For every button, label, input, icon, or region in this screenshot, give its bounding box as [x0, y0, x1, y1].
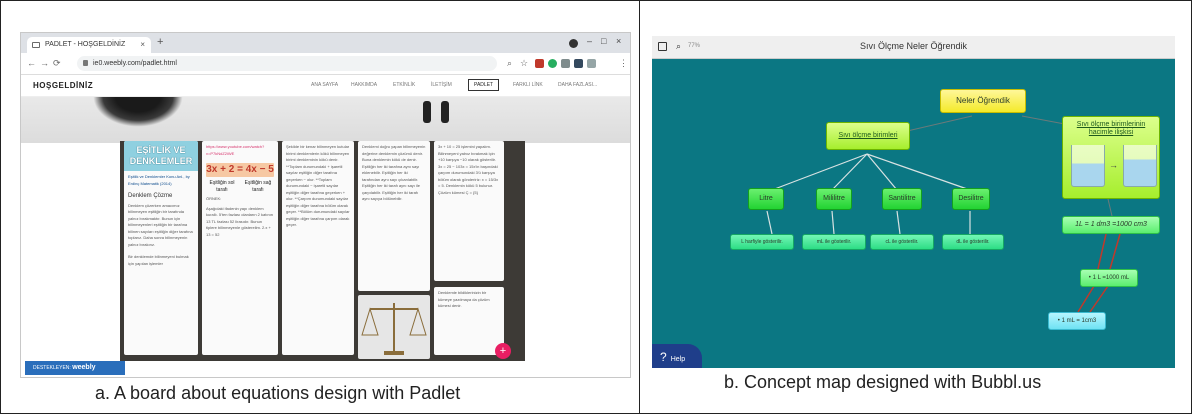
node-l-to-ml[interactable]: • 1 L =1000 mL: [1080, 269, 1138, 287]
node-mililitre-desc[interactable]: mL ile gösterilir.: [802, 234, 866, 250]
node-root[interactable]: Neler Öğrendik: [940, 89, 1026, 113]
padlet-card-example[interactable]: 3x + 10 = 25 işlemini yapalım. Bilinmeye…: [434, 141, 504, 281]
card-subtitle: Eşitlik ve Denklemler Konu Anl., by Erdi…: [128, 174, 190, 186]
node-volume-label: Sıvı ölçme birimlerinin hacimle ilişkisi: [1076, 121, 1146, 136]
site-title[interactable]: HOŞGELDİNİZ: [33, 81, 93, 90]
card-body: Denklemle bildiklerinizin bir kümeye yaz…: [438, 290, 490, 308]
weebly-badge-label: DESTEKLEYEN: [33, 365, 70, 371]
browser-toolbar: ← → ⟳ ie0.weebly.com/padlet.html ⌕ ☆ ⋮: [21, 53, 630, 75]
reload-icon[interactable]: ⟳: [53, 58, 61, 69]
padlet-board: EŞİTLİK VE DENKLEMLER Eşitlik ve Denklem…: [120, 141, 525, 361]
extension-gray-icon[interactable]: [561, 59, 570, 68]
help-icon: ?: [660, 350, 667, 364]
padlet-card-equation[interactable]: https://www.youtube.com/watch?v=P7kNdZ2i…: [202, 141, 278, 355]
browser-tab[interactable]: PADLET - HOŞGELDİNİZ ×: [27, 37, 151, 53]
padlet-card-scale-image[interactable]: [358, 295, 430, 359]
plant-decoration: [93, 97, 183, 127]
caption-a: a. A board about equations design with P…: [95, 383, 461, 403]
extension-green-icon[interactable]: [548, 59, 557, 68]
node-santilitre[interactable]: Santilitre: [882, 188, 922, 210]
equation-image: 3x + 2 = 4x − 5: [206, 163, 274, 177]
header-banner-image: [21, 97, 630, 143]
site-header: HOŞGELDİNİZ ANA SAYFA HAKKIMDA ETKİNLİK …: [21, 75, 630, 97]
card-link[interactable]: https://www.youtube.com/watch?v=P7kNdZ2i…: [202, 141, 278, 160]
tab-close-icon[interactable]: ×: [140, 37, 145, 53]
maximize-button[interactable]: □: [601, 36, 606, 46]
node-ml-to-cm3[interactable]: • 1 mL = 1cm3: [1048, 312, 1106, 330]
card-heading: Denklem Çözme: [128, 193, 173, 199]
forward-icon[interactable]: →: [40, 58, 49, 68]
tab-title: PADLET - HOŞGELDİNİZ: [45, 41, 126, 48]
equation-left-label: Eşitliğin sol tarafı: [209, 180, 235, 193]
node-equation[interactable]: 1L = 1 dm3 =1000 cm3: [1062, 216, 1160, 234]
back-icon[interactable]: ←: [27, 58, 36, 68]
node-volume[interactable]: Sıvı ölçme birimlerinin hacimle ilişkisi…: [1062, 116, 1160, 199]
minimize-button[interactable]: –: [587, 36, 592, 46]
search-icon[interactable]: ⌕: [507, 58, 512, 69]
menu-item-about[interactable]: HAKKIMDA: [351, 82, 377, 88]
padlet-card-note[interactable]: Denklemle bildiklerinizin bir kümeye yaz…: [434, 287, 504, 355]
padlet-screenshot: PADLET - HOŞGELDİNİZ × + – □ × ← → ⟳ ie0…: [20, 32, 631, 378]
node-santilitre-desc[interactable]: cL ile gösterilir.: [870, 234, 934, 250]
chess-piece-left: [423, 101, 431, 123]
menu-item-home[interactable]: ANA SAYFA: [311, 82, 338, 88]
node-units-label: Sıvı ölçme birimleri: [838, 132, 898, 139]
address-bar[interactable]: ie0.weebly.com/padlet.html: [77, 56, 497, 71]
caption-b: b. Concept map designed with Bubbl.us: [724, 372, 1042, 392]
add-post-button[interactable]: +: [495, 343, 511, 359]
card-body: 3x + 10 = 25 işlemini yapalım. Bilinmeye…: [438, 144, 499, 195]
menu-item-other-link[interactable]: FARKLI LİNK: [513, 82, 543, 88]
node-litre-desc[interactable]: L harfiyle gösterilir.: [730, 234, 794, 250]
extension-puzzle-icon[interactable]: [587, 59, 596, 68]
browser-menu-icon[interactable]: ⋮: [619, 58, 628, 69]
card-heading: ÖRNEK:: [206, 196, 222, 201]
menu-item-padlet[interactable]: PADLET: [468, 79, 500, 91]
close-window-button[interactable]: ×: [616, 36, 621, 46]
beaker-arrow-icon: →: [1109, 160, 1118, 170]
beaker-left-image: [1071, 145, 1105, 187]
chess-piece-right: [441, 101, 449, 123]
padlet-card-solution[interactable]: Denklemi doğru yapan bilinmeyenin değeri…: [358, 141, 430, 291]
card-body: Denklem çözerken amacımız bilinmeyen eşi…: [128, 202, 193, 247]
menu-item-activity[interactable]: ETKİNLİK: [393, 82, 415, 88]
node-units[interactable]: Sıvı ölçme birimleri: [826, 122, 910, 150]
balance-scale-icon: [361, 303, 427, 355]
node-desilitre-desc[interactable]: dL ile gösterilir.: [942, 234, 1004, 250]
bookmark-star-icon[interactable]: ☆: [520, 58, 528, 69]
tab-favicon-icon: [32, 42, 40, 48]
panel-divider: [639, 0, 640, 414]
node-litre[interactable]: Litre: [748, 188, 784, 210]
menu-item-more[interactable]: DAHA FAZLASI...: [558, 82, 597, 88]
card-body-2: Bir denklemde bilinmeyeni bulmak için ya…: [128, 254, 189, 266]
weebly-brand: weebly: [72, 364, 96, 371]
url-text: ie0.weebly.com/padlet.html: [93, 60, 177, 67]
padlet-card-title[interactable]: EŞİTLİK VE DENKLEMLER Eşitlik ve Denklem…: [124, 141, 198, 355]
weebly-badge[interactable]: DESTEKLEYEN: weebly: [25, 361, 125, 375]
node-desilitre[interactable]: Desilitre: [952, 188, 990, 210]
browser-tabbar: PADLET - HOŞGELDİNİZ × + – □ ×: [21, 33, 630, 53]
bubblus-screenshot: ⌕ 77% Sıvı Ölçme Neler Öğrendik Neler Öğ…: [652, 36, 1175, 368]
node-mililitre[interactable]: Mililitre: [816, 188, 852, 210]
help-button[interactable]: ? Help: [652, 344, 702, 368]
lock-icon: [83, 60, 88, 66]
menu-item-contact[interactable]: İLETİŞİM: [431, 82, 452, 88]
profile-icon[interactable]: [569, 39, 578, 48]
card-title-banner: EŞİTLİK VE DENKLEMLER: [124, 141, 198, 171]
equation-right-label: Eşitliğin sağ tarafı: [244, 180, 272, 193]
extension-dark-icon[interactable]: [574, 59, 583, 68]
beaker-right-image: [1123, 145, 1157, 187]
new-tab-button[interactable]: +: [157, 36, 163, 48]
help-label: Help: [670, 356, 686, 363]
card-body: Aşağıdaki ifadenin yapı denklem kurallı.…: [206, 205, 274, 237]
padlet-card-rules[interactable]: Şekilde bir kenar bilinmeyen kutular bir…: [282, 141, 354, 355]
card-body: Şekilde bir kenar bilinmeyen kutular bir…: [286, 144, 350, 227]
extension-red-icon[interactable]: [535, 59, 544, 68]
card-body: Denklemi doğru yapan bilinmeyenin değeri…: [362, 144, 426, 201]
